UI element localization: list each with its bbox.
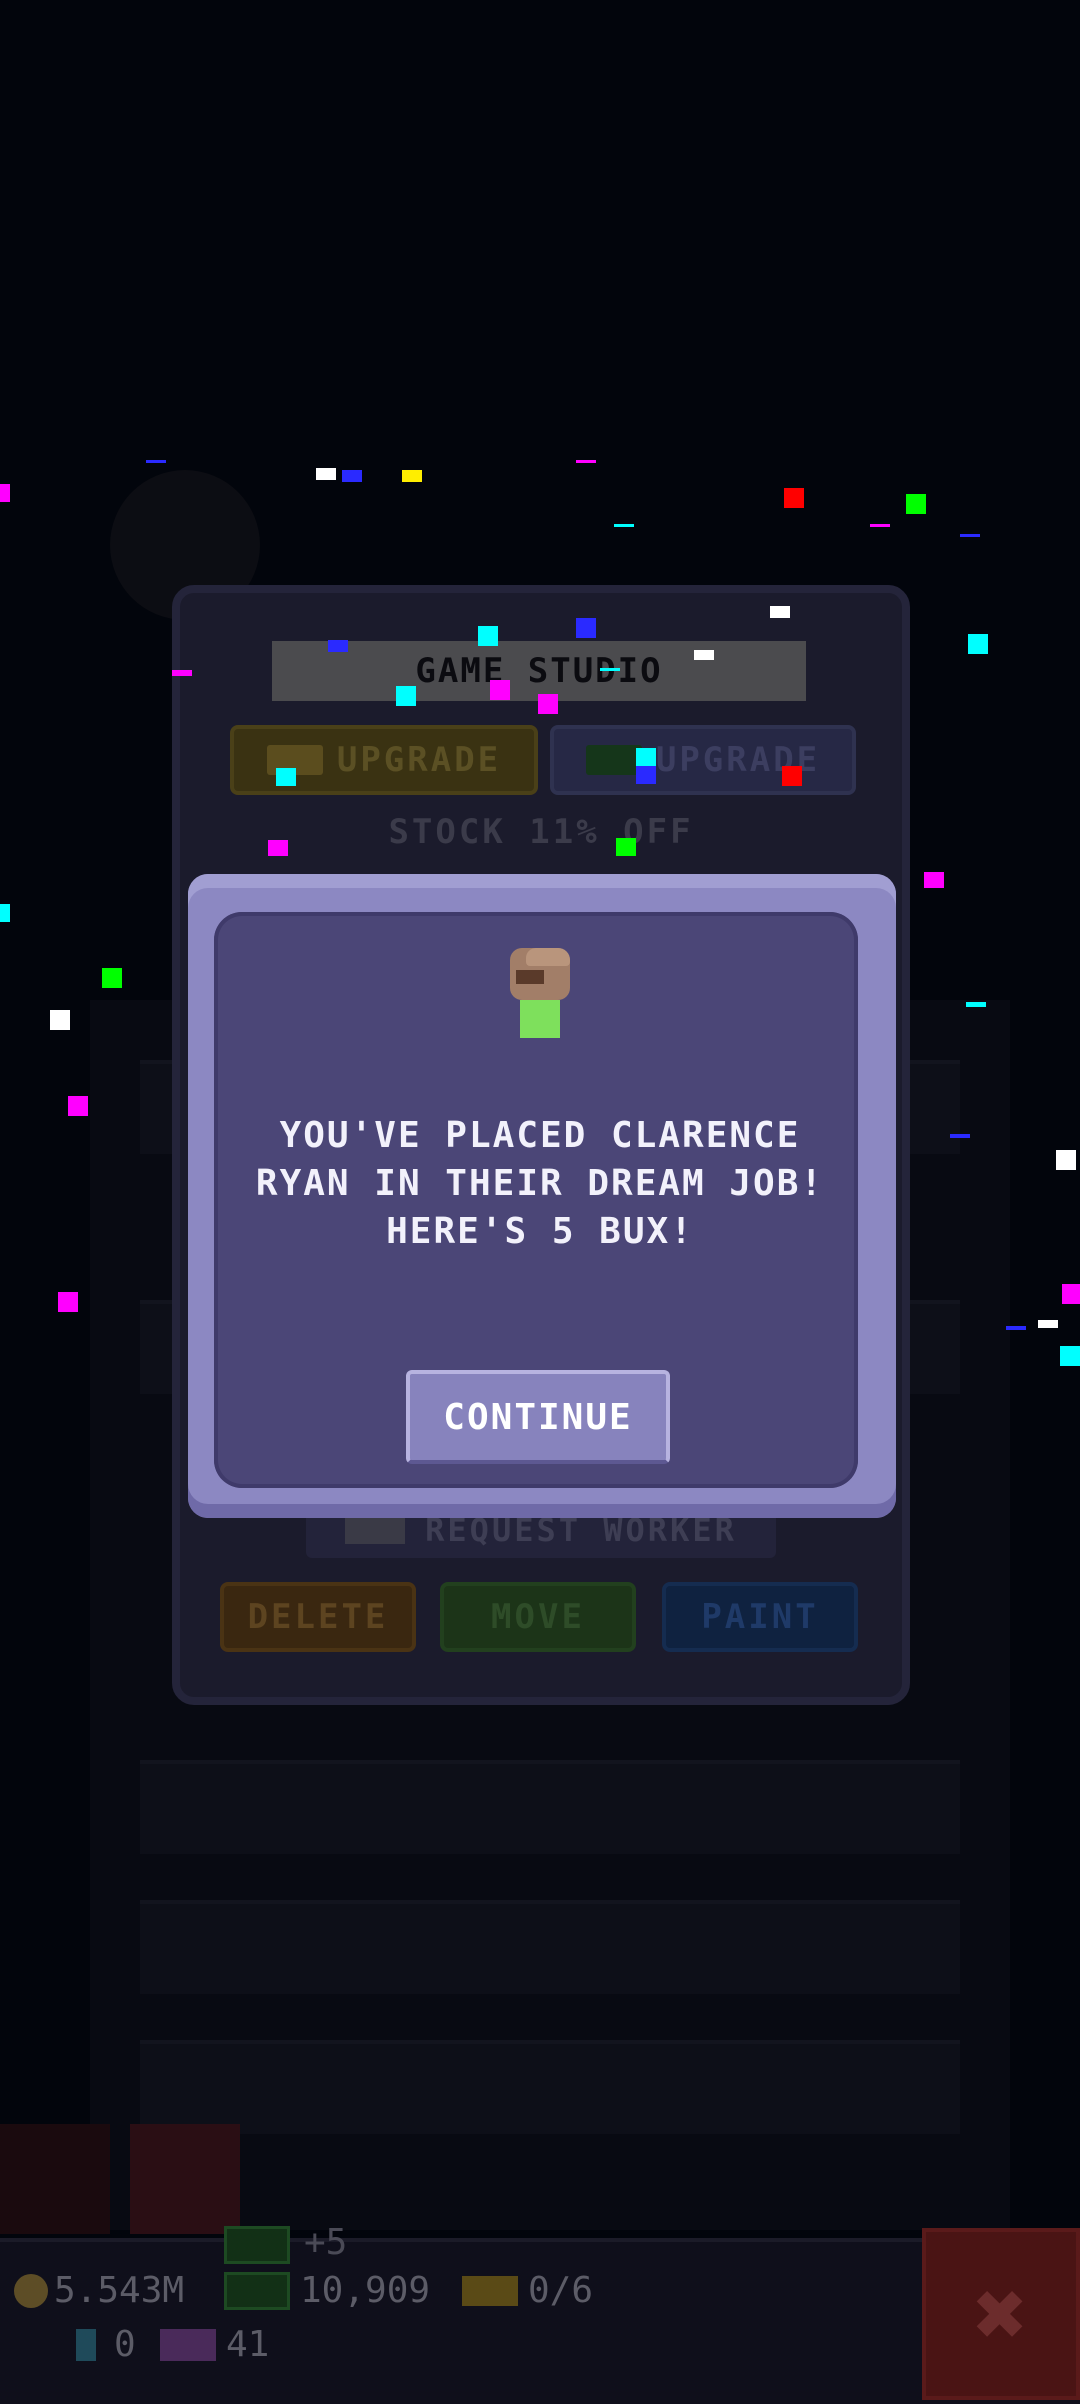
ticket-counter: 0/6	[462, 2270, 593, 2311]
confetti-piece	[146, 460, 166, 463]
confetti-piece	[966, 1002, 986, 1007]
upgrade-bux-button[interactable]: UPGRADE	[550, 725, 856, 795]
confetti-piece	[636, 748, 656, 768]
confetti-piece	[58, 1292, 78, 1312]
floor-row	[140, 1900, 960, 1994]
confetti-piece	[396, 686, 416, 706]
elevator-control	[130, 2124, 240, 2234]
confetti-piece	[402, 470, 422, 482]
bux-gain-indicator: +5	[224, 2222, 348, 2264]
confetti-piece	[770, 606, 790, 618]
confetti-piece	[614, 524, 634, 527]
confetti-piece	[0, 904, 10, 922]
floor-title: GAME STUDIO	[272, 641, 806, 701]
vip-value: 41	[226, 2324, 270, 2365]
confetti-piece	[636, 766, 656, 784]
confetti-piece	[968, 634, 988, 654]
confetti-piece	[1062, 1284, 1080, 1304]
confetti-piece	[328, 640, 348, 652]
vip-icon	[160, 2328, 216, 2361]
confetti-piece	[68, 1096, 88, 1116]
ticket-icon	[462, 2275, 518, 2306]
bux-icon	[224, 2271, 290, 2310]
confetti-piece	[870, 524, 890, 527]
confetti-piece	[600, 668, 620, 671]
confetti-piece	[924, 872, 944, 888]
confetti-piece	[276, 768, 296, 786]
confetti-piece	[616, 838, 636, 856]
gem-icon	[76, 2328, 96, 2361]
confetti-piece	[1056, 1150, 1076, 1170]
delete-button[interactable]: DELETE	[220, 1582, 416, 1652]
request-icon	[345, 1516, 406, 1544]
confetti-piece	[268, 840, 288, 856]
confetti-piece	[490, 680, 510, 700]
confetti-piece	[576, 460, 596, 463]
confetti-piece	[172, 670, 192, 676]
confetti-piece	[50, 1010, 70, 1030]
ticket-value: 0/6	[528, 2270, 594, 2311]
dialog-message: YOU'VE PLACED CLARENCE RYAN IN THEIR DRE…	[255, 1115, 825, 1252]
worker-hair	[526, 948, 570, 966]
coin-icon	[14, 2273, 48, 2308]
coin-counter: 5.543M	[14, 2270, 184, 2311]
worker-shirt	[520, 1000, 560, 1038]
confetti-piece	[1038, 1320, 1058, 1328]
left-control	[0, 2124, 110, 2234]
close-button[interactable]: ✖	[922, 2228, 1080, 2400]
upgrade-coin-label: UPGRADE	[336, 740, 502, 780]
confetti-piece	[784, 488, 804, 508]
gem-counter: 0	[76, 2324, 136, 2365]
bux-value: 10,909	[300, 2270, 431, 2311]
worker-beard	[516, 970, 544, 984]
confetti-piece	[576, 618, 596, 638]
confetti-piece	[782, 766, 802, 786]
worker-avatar	[506, 948, 572, 1038]
floor-row	[140, 2040, 960, 2134]
confetti-piece	[1006, 1326, 1026, 1330]
bottom-status-bar	[0, 2238, 1080, 2404]
bux-icon	[224, 2226, 290, 2264]
vip-counter: 41	[160, 2324, 269, 2365]
close-icon: ✖	[973, 2261, 1029, 2367]
confetti-piece	[960, 534, 980, 537]
confetti-piece	[102, 968, 122, 988]
bux-gain-text: +5	[304, 2222, 348, 2263]
confetti-piece	[1060, 1346, 1080, 1366]
confetti-piece	[538, 694, 558, 714]
confetti-piece	[316, 468, 336, 480]
confetti-piece	[694, 650, 714, 660]
paint-button[interactable]: PAINT	[662, 1582, 858, 1652]
floor-row	[140, 1760, 960, 1854]
confetti-piece	[906, 494, 926, 514]
confetti-piece	[342, 470, 362, 482]
gem-value: 0	[114, 2324, 136, 2365]
bux-counter: 10,909	[224, 2270, 430, 2311]
move-button[interactable]: MOVE	[440, 1582, 636, 1652]
confetti-piece	[0, 484, 10, 502]
confetti-piece	[950, 1134, 970, 1138]
confetti-piece	[478, 626, 498, 646]
coin-value: 5.543M	[54, 2270, 185, 2311]
bux-icon	[585, 745, 642, 775]
continue-button[interactable]: CONTINUE	[406, 1370, 670, 1464]
